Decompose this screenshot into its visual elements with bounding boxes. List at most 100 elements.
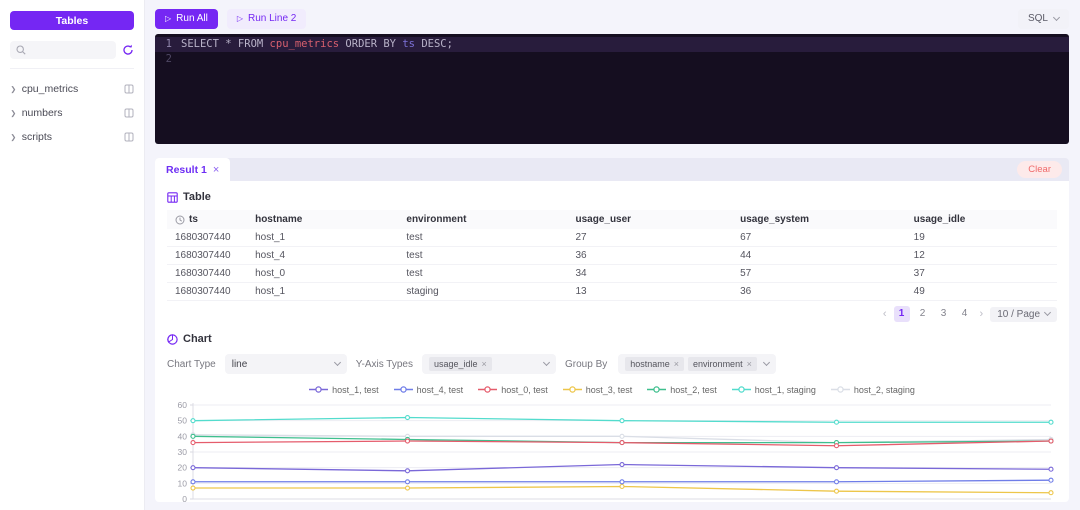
- table-cell: 1680307440: [167, 264, 248, 283]
- column-header-usage_system[interactable]: usage_system: [732, 210, 906, 229]
- sidebar-item-cpu_metrics[interactable]: ❯ cpu_metrics: [10, 81, 134, 97]
- remove-tag-icon[interactable]: ×: [674, 359, 679, 369]
- column-header-ts[interactable]: ts: [167, 210, 248, 229]
- legend-marker: [478, 386, 498, 393]
- legend-marker: [562, 386, 582, 393]
- clear-button[interactable]: Clear: [1017, 161, 1062, 178]
- page-size-select[interactable]: 10 / Page: [990, 306, 1057, 322]
- tables-button[interactable]: Tables: [10, 11, 134, 30]
- remove-tag-icon[interactable]: ×: [482, 359, 487, 369]
- table-cell: 57: [732, 264, 906, 283]
- results-table: ts hostname environment usage_user usage_sys…: [167, 210, 1057, 301]
- pie-chart-icon: [167, 333, 178, 345]
- main-area: ▷ Run All ▷ Run Line 2 SQL 1 SELECT * FRO…: [145, 0, 1080, 510]
- yaxis-types-select[interactable]: usage_idle ×: [422, 354, 556, 374]
- sidebar-item-numbers[interactable]: ❯ numbers: [10, 105, 134, 121]
- columns-icon[interactable]: [124, 132, 134, 142]
- result-tab-bar: Result 1 × Clear: [155, 158, 1069, 181]
- chevron-down-icon: [1052, 13, 1061, 21]
- columns-icon[interactable]: [124, 108, 134, 118]
- legend-item-host_2-test[interactable]: host_2, test: [647, 385, 717, 395]
- table-cell: 27: [567, 229, 733, 247]
- table-cell: 1680307440: [167, 282, 248, 301]
- sidebar: Tables ❯ cpu_metrics ❯ numbers ❯ scripts: [0, 0, 145, 510]
- table-section-header: Table: [167, 189, 1057, 205]
- legend-marker: [647, 386, 667, 393]
- tab-label: Result 1: [166, 163, 207, 176]
- next-page-button[interactable]: ›: [978, 308, 986, 320]
- table-header-row: ts hostname environment usage_user usage_sys…: [167, 210, 1057, 229]
- yaxis-types-label: Y-Axis Types: [355, 358, 413, 370]
- page-button-3[interactable]: 3: [936, 306, 952, 322]
- tag-label: environment: [693, 359, 743, 369]
- table-cell: host_1: [247, 229, 399, 247]
- tag-label: usage_idle: [434, 359, 478, 369]
- line-chart: 010203040506018:43:07 20018:43:07 25018:…: [167, 399, 1057, 502]
- close-icon[interactable]: ×: [213, 164, 219, 176]
- column-header-usage_idle[interactable]: usage_idle: [905, 210, 1057, 229]
- legend-label: host_1, test: [332, 384, 379, 395]
- tables-tree: ❯ cpu_metrics ❯ numbers ❯ scripts: [10, 69, 134, 145]
- table-row: 1680307440 host_4 test 36 44 12: [167, 246, 1057, 265]
- table-cell: 49: [905, 282, 1057, 301]
- legend-marker: [309, 386, 329, 393]
- table-name: numbers: [21, 107, 63, 119]
- svg-text:60: 60: [178, 400, 188, 410]
- column-header-usage_user[interactable]: usage_user: [567, 210, 733, 229]
- chevron-right-icon: ❯: [10, 84, 17, 94]
- legend-item-host_2-staging[interactable]: host_2, staging: [830, 385, 915, 395]
- page-size-value: 10 / Page: [997, 308, 1040, 320]
- page-button-2[interactable]: 2: [915, 306, 931, 322]
- language-select[interactable]: SQL: [1017, 8, 1069, 29]
- column-header-hostname[interactable]: hostname: [247, 210, 399, 229]
- run-line-button[interactable]: ▷ Run Line 2: [226, 8, 307, 29]
- table-icon: [167, 191, 178, 203]
- chevron-right-icon: ❯: [10, 132, 17, 142]
- remove-tag-icon[interactable]: ×: [747, 359, 752, 369]
- table-cell: 13: [567, 282, 733, 301]
- svg-text:0: 0: [182, 494, 187, 502]
- table-cell: 1680307440: [167, 246, 248, 265]
- table-search-input[interactable]: [30, 44, 100, 56]
- result-panel: Table ts hostname environment usage_user usa…: [155, 181, 1069, 502]
- legend-item-host_1-test[interactable]: host_1, test: [309, 385, 379, 395]
- page-button-4[interactable]: 4: [957, 306, 973, 322]
- prev-page-button[interactable]: ‹: [881, 308, 889, 320]
- table-cell: host_0: [247, 264, 399, 283]
- yaxis-tag-usage_idle: usage_idle ×: [429, 357, 492, 371]
- group-by-select[interactable]: hostname × environment ×: [618, 354, 777, 374]
- legend-item-host_4-test[interactable]: host_4, test: [393, 385, 463, 395]
- page-button-1[interactable]: 1: [893, 306, 910, 322]
- legend-marker: [393, 386, 413, 393]
- refresh-tables-button[interactable]: [122, 44, 134, 56]
- line-number: 2: [165, 53, 172, 65]
- columns-icon[interactable]: [124, 84, 134, 94]
- legend-item-host_3-test[interactable]: host_3, test: [562, 385, 632, 395]
- table-cell: 12: [905, 246, 1057, 265]
- chart-type-label: Chart Type: [167, 358, 216, 370]
- table-cell: 44: [732, 246, 906, 265]
- column-header-environment[interactable]: environment: [398, 210, 568, 229]
- line-chart-svg: 010203040506018:43:07 20018:43:07 25018:…: [178, 400, 1054, 502]
- svg-text:50: 50: [178, 416, 188, 426]
- run-all-button[interactable]: ▷ Run All: [155, 8, 218, 29]
- chart-type-select[interactable]: line: [224, 354, 347, 374]
- legend-item-host_1-staging[interactable]: host_1, staging: [731, 385, 816, 395]
- table-cell: 34: [567, 264, 733, 283]
- pagination: ‹ 1 2 3 4 › 10 / Page: [167, 306, 1057, 322]
- legend-item-host_0-test[interactable]: host_0, test: [478, 385, 548, 395]
- table-cell: 19: [905, 229, 1057, 247]
- sidebar-item-scripts[interactable]: ❯ scripts: [10, 129, 134, 145]
- table-cell: test: [398, 246, 568, 265]
- table-cell: 36: [567, 246, 733, 265]
- table-section-title: Table: [183, 191, 211, 203]
- sql-editor[interactable]: 1 SELECT * FROM cpu_metrics ORDER BY ts D…: [155, 34, 1069, 144]
- refresh-icon: [123, 44, 133, 55]
- tab-result-1[interactable]: Result 1 ×: [155, 158, 231, 181]
- search-icon: [16, 45, 26, 55]
- run-line-label: Run Line 2: [248, 13, 297, 24]
- legend-label: host_0, test: [501, 384, 548, 395]
- chart-legend: host_1, test host_4, test host_0, test host…: [167, 383, 1057, 396]
- table-search-box[interactable]: [10, 41, 116, 59]
- app-root: Tables ❯ cpu_metrics ❯ numbers ❯ scripts: [0, 0, 1080, 510]
